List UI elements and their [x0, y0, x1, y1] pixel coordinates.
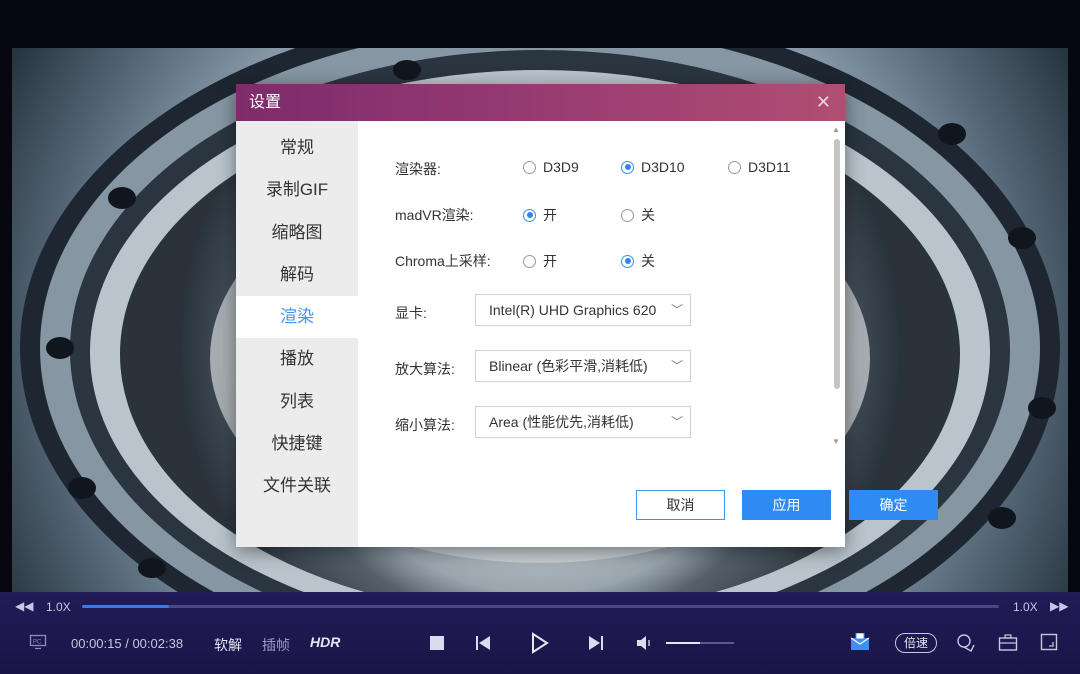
toolbox-icon[interactable]: [998, 633, 1018, 653]
volume-icon[interactable]: [636, 635, 652, 651]
gpu-select[interactable]: Intel(R) UHD Graphics 620 ﹀: [475, 294, 691, 326]
renderer-option-d3d10[interactable]: D3D10: [621, 159, 685, 175]
sidebar-item-playlist[interactable]: 列表: [236, 381, 358, 423]
radio-icon: [728, 160, 741, 174]
scrollbar-thumb[interactable]: [834, 139, 840, 389]
dialog-titlebar: 设置 ✕: [236, 84, 845, 121]
sidebar-item-record-gif[interactable]: 录制GIF: [236, 169, 358, 211]
radio-icon: [523, 160, 536, 174]
apply-button[interactable]: 应用: [742, 490, 831, 520]
previous-icon[interactable]: [475, 635, 491, 651]
settings-scrollbar[interactable]: ▲ ▼: [832, 125, 841, 446]
radio-icon: [621, 208, 634, 222]
madvr-option-label: 开: [543, 207, 557, 223]
message-icon[interactable]: [849, 632, 871, 652]
play-icon[interactable]: [530, 631, 550, 655]
scroll-up-icon[interactable]: ▲: [832, 125, 840, 134]
screenshot-icon[interactable]: [956, 633, 976, 653]
chevron-down-icon: ﹀: [670, 415, 683, 429]
upscale-label: 放大算法:: [395, 361, 455, 377]
renderer-option-label: D3D10: [641, 159, 685, 175]
radio-checked-icon: [523, 208, 536, 222]
chroma-label: Chroma上采样:: [395, 253, 491, 269]
renderer-label: 渲染器:: [395, 161, 441, 177]
next-icon[interactable]: [588, 635, 604, 651]
speed-left-label: 1.0X: [46, 600, 71, 614]
slow-down-icon[interactable]: ◀◀: [15, 599, 33, 613]
chevron-down-icon: ﹀: [670, 303, 683, 317]
chroma-option-off[interactable]: 关: [621, 251, 655, 271]
madvr-option-on[interactable]: 开: [523, 205, 557, 225]
volume-slider[interactable]: [666, 642, 734, 644]
time-display: 00:00:15 / 00:02:38: [71, 636, 184, 651]
downscale-label: 缩小算法:: [395, 417, 455, 433]
screen-pc-icon[interactable]: PC: [29, 634, 47, 650]
progress-bar[interactable]: [82, 605, 999, 608]
renderer-option-label: D3D9: [543, 159, 579, 175]
gpu-label: 显卡:: [395, 305, 427, 321]
downscale-select[interactable]: Area (性能优先,消耗低) ﹀: [475, 406, 691, 438]
downscale-select-value: Area (性能优先,消耗低): [489, 414, 634, 430]
scroll-down-icon[interactable]: ▼: [832, 437, 840, 446]
speed-right-label: 1.0X: [1013, 600, 1038, 614]
sidebar-item-playback[interactable]: 播放: [236, 338, 358, 380]
fullscreen-icon[interactable]: [1040, 633, 1058, 651]
sidebar-item-general[interactable]: 常规: [236, 127, 358, 169]
settings-dialog: 设置 ✕ 常规 录制GIF 缩略图 解码 渲染 播放 列表 快捷键 文件关联 渲…: [236, 84, 938, 547]
dialog-title: 设置: [249, 94, 282, 111]
progress-fill: [82, 605, 170, 608]
stop-icon[interactable]: [429, 635, 445, 651]
render-settings-panel: 渲染器: D3D9 D3D10 D3D11 madVR渲染: 开 关 Chrom…: [358, 121, 845, 547]
speed-up-icon[interactable]: ▶▶: [1050, 599, 1068, 613]
player-controls: ◀◀ 1.0X 1.0X ▶▶ PC 00:00:15 / 00:02:38 软…: [0, 592, 1080, 674]
sidebar-item-render[interactable]: 渲染: [236, 296, 358, 339]
close-icon[interactable]: ✕: [816, 84, 831, 121]
soft-decode-button[interactable]: 软解: [214, 635, 242, 655]
renderer-option-d3d11[interactable]: D3D11: [728, 159, 791, 175]
upscale-select[interactable]: Blinear (色彩平滑,消耗低) ﹀: [475, 350, 691, 382]
renderer-option-label: D3D11: [748, 159, 791, 175]
madvr-label: madVR渲染:: [395, 207, 474, 223]
radio-checked-icon: [621, 254, 634, 268]
chroma-option-label: 关: [641, 253, 655, 269]
chevron-down-icon: ﹀: [670, 359, 683, 373]
chroma-option-label: 开: [543, 253, 557, 269]
sidebar-item-decode[interactable]: 解码: [236, 254, 358, 296]
frame-interp-button[interactable]: 插帧: [262, 635, 290, 655]
cancel-button[interactable]: 取消: [636, 490, 725, 520]
upscale-select-value: Blinear (色彩平滑,消耗低): [489, 358, 648, 374]
settings-sidebar: 常规 录制GIF 缩略图 解码 渲染 播放 列表 快捷键 文件关联: [236, 121, 358, 547]
hdr-button[interactable]: HDR: [310, 634, 340, 650]
madvr-option-off[interactable]: 关: [621, 205, 655, 225]
radio-icon: [523, 254, 536, 268]
sidebar-item-thumbnail[interactable]: 缩略图: [236, 212, 358, 254]
sidebar-item-file-association[interactable]: 文件关联: [236, 465, 358, 507]
gpu-select-value: Intel(R) UHD Graphics 620: [489, 302, 657, 318]
volume-fill: [666, 642, 700, 644]
speed-button[interactable]: 倍速: [895, 633, 937, 653]
ok-button[interactable]: 确定: [849, 490, 938, 520]
radio-checked-icon: [621, 160, 634, 174]
chroma-option-on[interactable]: 开: [523, 251, 557, 271]
sidebar-item-shortcuts[interactable]: 快捷键: [236, 423, 358, 465]
renderer-option-d3d9[interactable]: D3D9: [523, 159, 579, 175]
madvr-option-label: 关: [641, 207, 655, 223]
svg-text:PC: PC: [33, 640, 42, 646]
